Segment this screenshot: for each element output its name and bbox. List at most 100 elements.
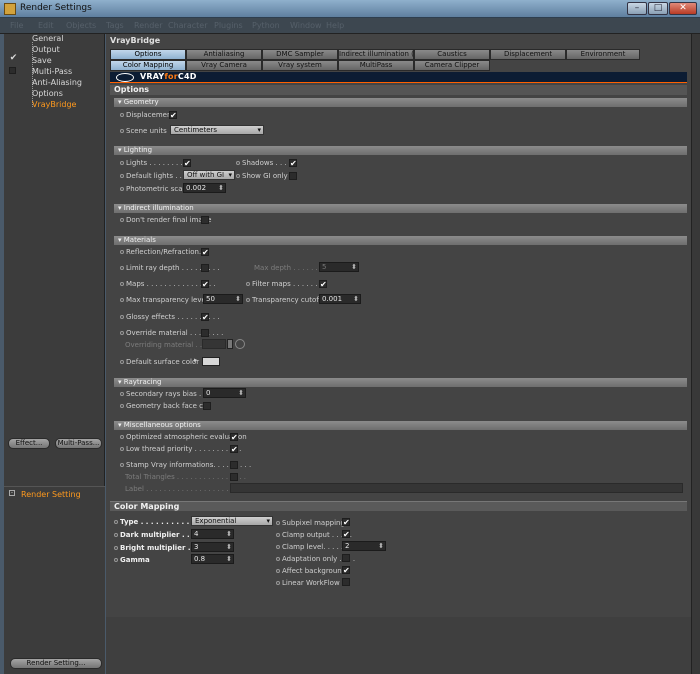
options-header: Options <box>110 85 687 95</box>
show-gi-only-checkbox[interactable] <box>289 172 297 180</box>
maximize-button[interactable]: □ <box>648 2 668 15</box>
lighting-header[interactable]: ▾ Lighting <box>114 146 687 155</box>
menu-window[interactable]: Window <box>290 21 322 30</box>
total-triangles-checkbox[interactable] <box>230 473 238 481</box>
menu-help[interactable]: Help <box>326 21 344 30</box>
geometry-header[interactable]: ▾ Geometry <box>114 98 687 107</box>
misc-header[interactable]: ▾ Miscellaneous options <box>114 421 687 430</box>
material-arrow-icon[interactable] <box>227 339 233 349</box>
max-depth-input[interactable]: 5 <box>319 262 359 272</box>
linear-workflow-checkbox[interactable] <box>342 578 350 586</box>
tab-vray-camera[interactable]: Vray Camera <box>186 60 262 71</box>
tab-options[interactable]: Options <box>110 49 186 60</box>
bright-multiplier-label: Bright multiplier . . . <box>114 544 201 552</box>
displacement-checkbox[interactable]: ✔ <box>169 111 177 120</box>
adaptation-only-checkbox[interactable] <box>342 554 350 562</box>
label-input[interactable] <box>230 483 683 493</box>
secondary-rays-label: Secondary rays bias . . . . <box>120 390 215 398</box>
close-button[interactable]: ✕ <box>669 2 697 15</box>
default-lights-dropdown[interactable]: Off with GI <box>183 170 235 180</box>
tree-item-options[interactable]: Options <box>32 89 63 98</box>
lights-label: Lights . . . . . . . . . . <box>120 159 192 167</box>
low-thread-checkbox[interactable]: ✔ <box>230 445 238 454</box>
menu-file[interactable]: File <box>10 21 23 30</box>
menu-character[interactable]: Character <box>168 21 208 30</box>
maps-checkbox[interactable]: ✔ <box>201 280 209 289</box>
minimize-button[interactable]: – <box>627 2 647 15</box>
expand-icon[interactable]: - <box>9 490 15 496</box>
photometric-scale-input[interactable]: 0.002 <box>183 183 226 193</box>
dont-render-label: Don't render final image <box>120 216 211 224</box>
menu-objects[interactable]: Objects <box>66 21 96 30</box>
low-thread-label: Low thread priority . . . . . . . . . . … <box>120 445 241 453</box>
tab-dmc-sampler[interactable]: DMC Sampler <box>262 49 338 60</box>
material-link-icon[interactable] <box>235 339 245 349</box>
tab-vray-system[interactable]: Vray system <box>262 60 338 71</box>
overriding-material-field[interactable] <box>202 339 226 349</box>
tab-environment[interactable]: Environment <box>566 49 640 60</box>
multipass-check-icon[interactable] <box>9 67 16 74</box>
dark-multiplier-input[interactable]: 4 <box>191 529 234 539</box>
max-transparency-input[interactable]: 50 <box>203 294 243 304</box>
gamma-label: Gamma <box>114 556 150 564</box>
affect-background-checkbox[interactable]: ✔ <box>342 566 350 575</box>
menu-plugins[interactable]: Plugins <box>214 21 243 30</box>
raytracing-header[interactable]: ▾ Raytracing <box>114 378 687 387</box>
tab-multipass[interactable]: MultiPass <box>338 60 414 71</box>
lights-checkbox[interactable]: ✔ <box>183 159 191 168</box>
clamp-output-label: Clamp output . . . . . <box>276 531 352 539</box>
effect-button[interactable]: Effect... <box>8 438 50 449</box>
backface-cull-checkbox[interactable] <box>203 402 211 410</box>
tree-item-general[interactable]: General <box>32 34 64 43</box>
atmospheric-checkbox[interactable]: ✔ <box>230 433 238 442</box>
gamma-input[interactable]: 0.8 <box>191 554 234 564</box>
clamp-output-checkbox[interactable]: ✔ <box>342 530 350 539</box>
tree-item-save[interactable]: Save <box>32 56 52 65</box>
type-dropdown[interactable]: Exponential <box>191 516 273 526</box>
materials-header[interactable]: ▾ Materials <box>114 236 687 245</box>
atmospheric-label: Optimized atmospheric evaluation <box>120 433 247 441</box>
type-label: Type . . . . . . . . . . . . <box>114 518 199 526</box>
render-setting-button[interactable]: Render Setting... <box>10 658 102 669</box>
glossy-effects-checkbox[interactable]: ✔ <box>201 313 209 322</box>
menu-tags[interactable]: Tags <box>106 21 124 30</box>
limit-ray-checkbox[interactable] <box>201 264 209 272</box>
default-surface-swatch[interactable] <box>202 357 220 366</box>
menu-python[interactable]: Python <box>252 21 280 30</box>
shadows-label: Shadows . . . . <box>236 159 291 167</box>
render-setting-item[interactable]: Render Setting <box>21 490 81 499</box>
save-check-icon[interactable]: ✔ <box>9 54 18 64</box>
tree-item-antialiasing[interactable]: Anti-Aliasing <box>32 78 82 87</box>
menu-edit[interactable]: Edit <box>38 21 54 30</box>
affect-background-label: Affect background <box>276 567 346 575</box>
subpixel-checkbox[interactable]: ✔ <box>342 518 350 527</box>
filter-maps-checkbox[interactable]: ✔ <box>319 280 327 289</box>
tab-color-mapping[interactable]: Color Mapping <box>110 60 186 71</box>
scene-units-dropdown[interactable]: Centimeters <box>170 125 264 135</box>
tree-item-vraybridge[interactable]: VrayBridge <box>32 100 76 109</box>
tree-item-output[interactable]: Output <box>32 45 60 54</box>
stamp-checkbox[interactable] <box>230 461 238 469</box>
multipass-button[interactable]: Multi-Pass... <box>55 438 102 449</box>
tab-displacement[interactable]: Displacement <box>490 49 566 60</box>
tab-antialiasing[interactable]: Antialiasing <box>186 49 262 60</box>
tree-item-multipass[interactable]: Multi-Pass <box>32 67 72 76</box>
indirect-header[interactable]: ▾ Indirect illumination <box>114 204 687 213</box>
vertical-scrollbar[interactable] <box>691 34 700 674</box>
clamp-level-input[interactable]: 2 <box>342 541 386 551</box>
tab-camera-clipper[interactable]: Camera Clipper <box>414 60 490 71</box>
expand-arrow-icon[interactable]: ▸ <box>194 356 198 364</box>
scene-units-label: Scene units <box>120 127 167 135</box>
shadows-checkbox[interactable]: ✔ <box>289 159 297 168</box>
bright-multiplier-input[interactable]: 3 <box>191 542 234 552</box>
max-depth-label: Max depth . . . . . . <box>254 264 318 272</box>
reflection-checkbox[interactable]: ✔ <box>201 248 209 257</box>
transparency-cutoff-input[interactable]: 0.001 <box>319 294 361 304</box>
tab-caustics[interactable]: Caustics <box>414 49 490 60</box>
menu-render[interactable]: Render <box>134 21 162 30</box>
dont-render-checkbox[interactable] <box>201 216 209 224</box>
tab-indirect-illumination[interactable]: Indirect illumination (GI) <box>338 49 414 60</box>
secondary-rays-input[interactable]: 0 <box>203 388 246 398</box>
override-material-checkbox[interactable] <box>201 329 209 337</box>
displacement-label: Displacement <box>120 111 174 119</box>
